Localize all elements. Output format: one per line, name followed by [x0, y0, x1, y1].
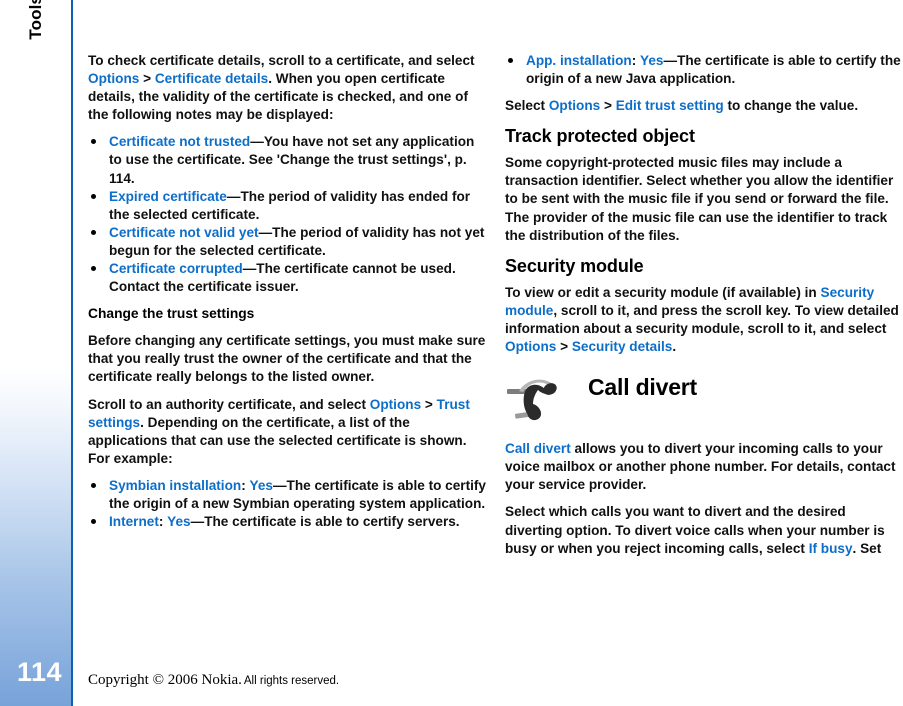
- edit-trust-text-a: Select: [505, 98, 549, 114]
- list-item: App. installation: Yes—The certificate i…: [505, 52, 903, 88]
- bullet-dot-icon: [91, 266, 96, 272]
- example-description: —The certificate is able to certify serv…: [190, 514, 460, 530]
- rights-reserved-notice: All rights reserved.: [243, 675, 340, 687]
- example-colon: :: [158, 514, 168, 530]
- bullet-dot-icon: [91, 519, 96, 525]
- call-divert-phone-icon: [505, 372, 563, 426]
- manual-page: Tools 114 To check certificate details, …: [0, 0, 903, 706]
- bullet-dot-icon: [91, 139, 96, 145]
- note-term: Certificate corrupted: [109, 261, 243, 277]
- right-text-column: App. installation: Yes—The certificate i…: [505, 52, 903, 567]
- call-divert-chapter-header: Call divert: [505, 372, 903, 428]
- menu-separator: >: [139, 71, 155, 87]
- example-term: App. installation: [526, 53, 632, 68]
- left-text-column: To check certificate details, scroll to …: [88, 52, 490, 540]
- example-value: Yes: [167, 514, 191, 530]
- list-item: Expired certificate—The period of validi…: [88, 188, 490, 224]
- list-item: Certificate not valid yet—The period of …: [88, 224, 490, 260]
- security-module-paragraph: To view or edit a security module (if av…: [505, 284, 903, 356]
- bullet-dot-icon: [508, 58, 513, 63]
- security-module-heading: Security module: [505, 255, 644, 276]
- intro-text-a: To check certificate details, scroll to …: [88, 53, 475, 68]
- trust-settings-paragraph-2: Scroll to an authority certificate, and …: [88, 396, 490, 468]
- trust-examples-list: Symbian installation: Yes—The certificat…: [88, 477, 490, 531]
- intro-paragraph: To check certificate details, scroll to …: [88, 52, 490, 124]
- menu-separator: >: [556, 339, 572, 355]
- call-divert-reference: Call divert: [505, 441, 571, 457]
- options-menu-reference: Options: [369, 396, 422, 412]
- divert-text-b: . Set: [852, 540, 882, 556]
- options-menu-reference: Options: [548, 98, 601, 114]
- trust-text-b: . Depending on the certificate, a list o…: [88, 414, 467, 466]
- change-trust-settings-heading: Change the trust settings: [88, 306, 255, 322]
- page-number: 114: [16, 657, 62, 687]
- note-term: Certificate not valid yet: [109, 224, 259, 240]
- track-protected-object-heading: Track protected object: [505, 126, 695, 147]
- sidebar-divider-rule: [71, 0, 73, 706]
- call-divert-title: Call divert: [588, 374, 698, 401]
- certificate-notes-list: Certificate not trusted—You have not set…: [88, 133, 490, 296]
- copyright-notice: Copyright © 2006 Nokia.: [88, 672, 242, 688]
- call-divert-paragraph-2: Select which calls you want to divert an…: [505, 503, 903, 557]
- bullet-dot-icon: [91, 193, 96, 199]
- call-divert-paragraph-1: Call divert allows you to divert your in…: [505, 440, 903, 494]
- example-value: Yes: [640, 53, 664, 68]
- note-term: Certificate not trusted: [109, 134, 251, 150]
- example-colon: :: [241, 477, 250, 493]
- example-colon: :: [631, 53, 641, 68]
- options-menu-reference: Options: [88, 71, 140, 87]
- menu-separator: >: [600, 98, 616, 114]
- security-text-c: .: [672, 339, 677, 355]
- bullet-dot-icon: [91, 229, 96, 235]
- chapter-tab-label: Tools: [26, 0, 45, 40]
- chapter-sidebar: Tools 114: [0, 0, 71, 706]
- menu-separator: >: [421, 396, 437, 412]
- security-details-reference: Security details: [571, 339, 673, 355]
- example-value: Yes: [249, 477, 273, 493]
- options-menu-reference: Options: [505, 339, 557, 355]
- if-busy-reference: If busy: [808, 540, 853, 556]
- page-footer: Copyright © 2006 Nokia. All rights reserv…: [88, 671, 339, 689]
- track-protected-object-paragraph: Some copyright-protected music files may…: [505, 155, 894, 243]
- trust-text-a: Scroll to an authority certificate, and …: [88, 396, 370, 412]
- edit-trust-text-b: to change the value.: [723, 98, 859, 114]
- bullet-dot-icon: [91, 482, 96, 488]
- list-item: Internet: Yes—The certificate is able to…: [88, 513, 490, 531]
- edit-trust-setting-paragraph: Select Options > Edit trust setting to c…: [505, 97, 903, 115]
- list-item: Certificate corrupted—The certificate ca…: [88, 260, 490, 296]
- example-term: Internet: [109, 514, 159, 530]
- security-text-a: To view or edit a security module (if av…: [505, 284, 821, 300]
- edit-trust-setting-reference: Edit trust setting: [615, 98, 724, 114]
- list-item: Symbian installation: Yes—The certificat…: [88, 477, 490, 513]
- certificate-details-reference: Certificate details: [154, 71, 269, 87]
- trust-settings-paragraph-1: Before changing any certificate settings…: [88, 333, 486, 385]
- security-text-b: , scroll to it, and press the scroll key…: [505, 302, 899, 336]
- trust-examples-list-continued: App. installation: Yes—The certificate i…: [505, 52, 903, 88]
- list-item: Certificate not trusted—You have not set…: [88, 133, 490, 187]
- example-term: Symbian installation: [109, 477, 242, 493]
- note-term: Expired certificate: [109, 188, 227, 204]
